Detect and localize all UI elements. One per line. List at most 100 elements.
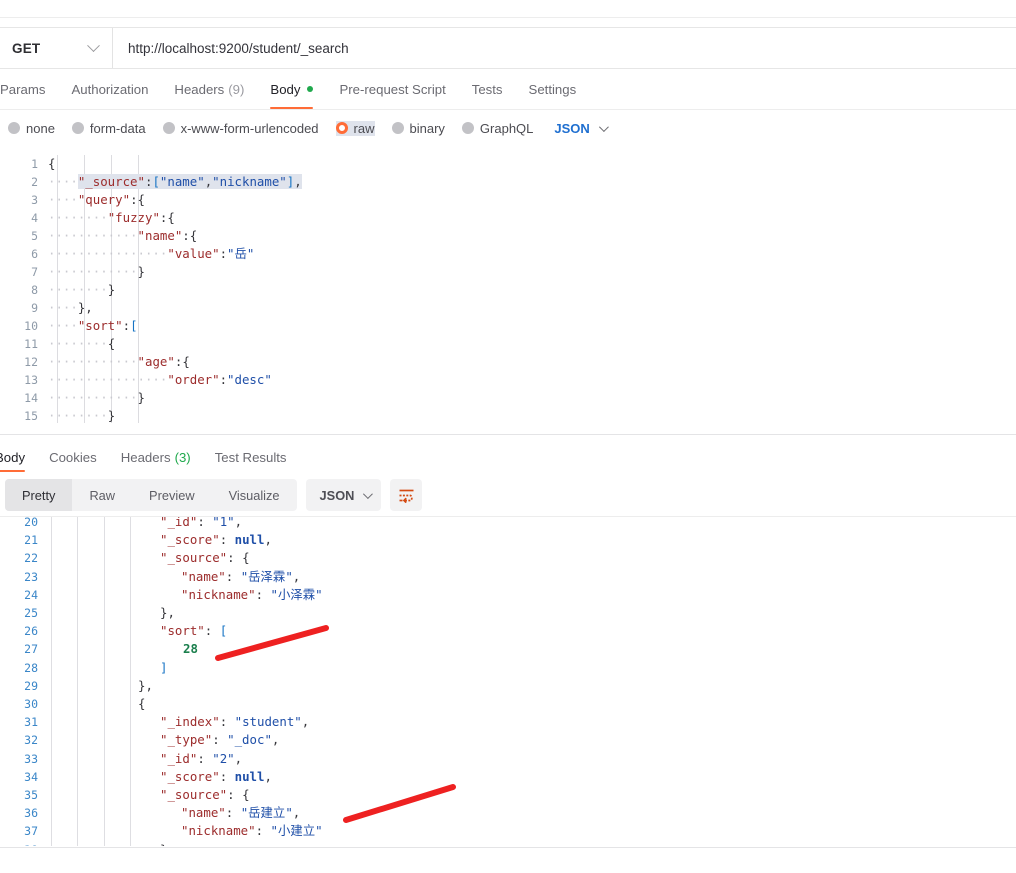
code-content: "_type": "_doc", [160,731,279,749]
token: , [292,805,301,821]
response-tab-cookies[interactable]: Cookies [37,442,109,472]
response-tab-test-results[interactable]: Test Results [203,442,299,472]
code-text: } [138,264,145,279]
request-tab-tests[interactable]: Tests [459,69,516,109]
request-format-select[interactable]: JSON [554,121,609,136]
response-view-preview[interactable]: Preview [132,479,212,511]
token: "fuzzy" [107,210,160,225]
body-type-raw[interactable]: raw [335,120,375,136]
body-modified-dot-icon [307,86,314,92]
code-content: "_source": { [160,786,250,804]
response-view-mode-group: Pretty Raw Preview Visualize [5,479,297,511]
code-content: ····"sort":[ [48,317,138,335]
request-body-editor[interactable]: 1{2 ····"_source":["name","nickname"], 3 ··… [0,155,1016,430]
token: "_source" [160,787,228,802]
response-body-editor[interactable]: 20 "_id": "1", 21 "_score": null, 22 "_source… [0,516,1016,846]
indent-dots: ········ [48,336,108,351]
url-input[interactable]: http://localhost:9200/student/_search [113,28,1016,68]
line-number: 32 [24,733,38,748]
code-content: { [48,155,55,173]
request-tab-body[interactable]: Body [257,69,326,109]
request-tab-label: Settings [528,81,577,97]
body-type-label: form-data [89,120,146,136]
response-view-pretty[interactable]: Pretty [5,479,73,511]
line-number: 1 [31,157,38,171]
body-type-none[interactable]: none [8,121,55,136]
request-tab-headers[interactable]: Headers (9) [161,69,257,109]
token: , [294,174,302,189]
code-text: "age":{ [138,354,190,369]
line-number: 38 [0,841,38,846]
indent-dots: ········ [48,210,108,225]
token: "_id" [160,750,198,766]
line-number: 14 [24,391,38,405]
token: "name" [181,568,226,584]
token: "nickname" [181,823,256,839]
token: "岳建立" [240,805,293,821]
code-content: ········"fuzzy":{ [48,209,175,227]
line-number: 5 [31,229,38,243]
token: , [234,516,243,529]
request-code-line: 8 ········} [0,281,1016,299]
body-type-form-data[interactable]: form-data [71,120,146,136]
indent-dots: ········ [48,408,108,423]
token: "_score" [160,532,220,548]
response-format-select[interactable]: JSON [305,479,382,511]
chevron-down-icon [598,121,609,132]
code-content: "_id": "2", [160,750,242,768]
token: null [234,768,265,784]
response-tab-headers[interactable]: Headers (3) [109,442,203,472]
token: { [48,156,56,171]
token: [ [219,623,228,639]
code-content: ············"age":{ [48,353,190,371]
request-tab-authorization[interactable]: Authorization [58,69,161,109]
http-method-select[interactable]: GET [0,28,113,68]
code-text: }, [78,300,93,315]
radio-icon [461,122,474,134]
code-text: { [48,156,55,171]
response-view-raw[interactable]: Raw [72,479,132,511]
response-view-visualize[interactable]: Visualize [212,479,297,511]
clipped-top-strip: · [0,0,1016,14]
line-number: 12 [24,355,38,369]
code-content: ····"query":{ [48,191,145,209]
request-tab-settings[interactable]: Settings [516,69,590,109]
request-tab-pre-request-script[interactable]: Pre-request Script [326,69,458,109]
code-text: "query":{ [78,192,145,207]
request-code-line: 13 ················"order":"desc" [0,371,1016,389]
indent-dots: ················ [48,372,168,387]
token: "student" [234,714,302,730]
body-type-binary[interactable]: binary [391,121,445,136]
top-divider [0,17,1016,18]
request-code-line: 10 ····"sort":[ [0,317,1016,335]
body-type-x-www-form-urlencoded[interactable]: x-www-form-urlencoded [162,121,319,136]
token: , [234,750,243,766]
token: "小建立" [270,823,323,839]
code-content: "nickname": "小建立" [181,822,323,840]
request-tab-params[interactable]: Params [0,69,58,109]
indent-dots: ············ [48,228,138,243]
body-type-graphql[interactable]: GraphQL [461,121,533,136]
code-content: }, [160,604,175,622]
code-content: "name": "岳建立", [181,804,300,822]
token: { [138,696,146,711]
token: : [219,768,235,784]
code-text: } [108,408,115,423]
token: "_id" [160,516,198,529]
body-type-radio-group: none form-data x-www-form-urlencoded raw bin… [0,111,1016,145]
token: null [234,532,265,548]
word-wrap-button[interactable] [390,479,423,511]
token: , [292,568,301,584]
line-number: 8 [31,283,38,297]
request-code-line: 15 ········} [0,407,1016,425]
response-toolbar: Pretty Raw Preview Visualize JSON [5,479,423,511]
request-tab-label: Authorization [71,81,149,97]
response-tab-bar: Body Cookies Headers(3) Test Results [0,440,1016,472]
line-number: 21 [24,533,38,548]
token: , [264,768,272,784]
token: }, [160,842,175,846]
token: } [137,264,145,279]
response-tab-body[interactable]: Body [0,442,37,472]
token: : [197,516,213,529]
token: : [122,318,131,333]
